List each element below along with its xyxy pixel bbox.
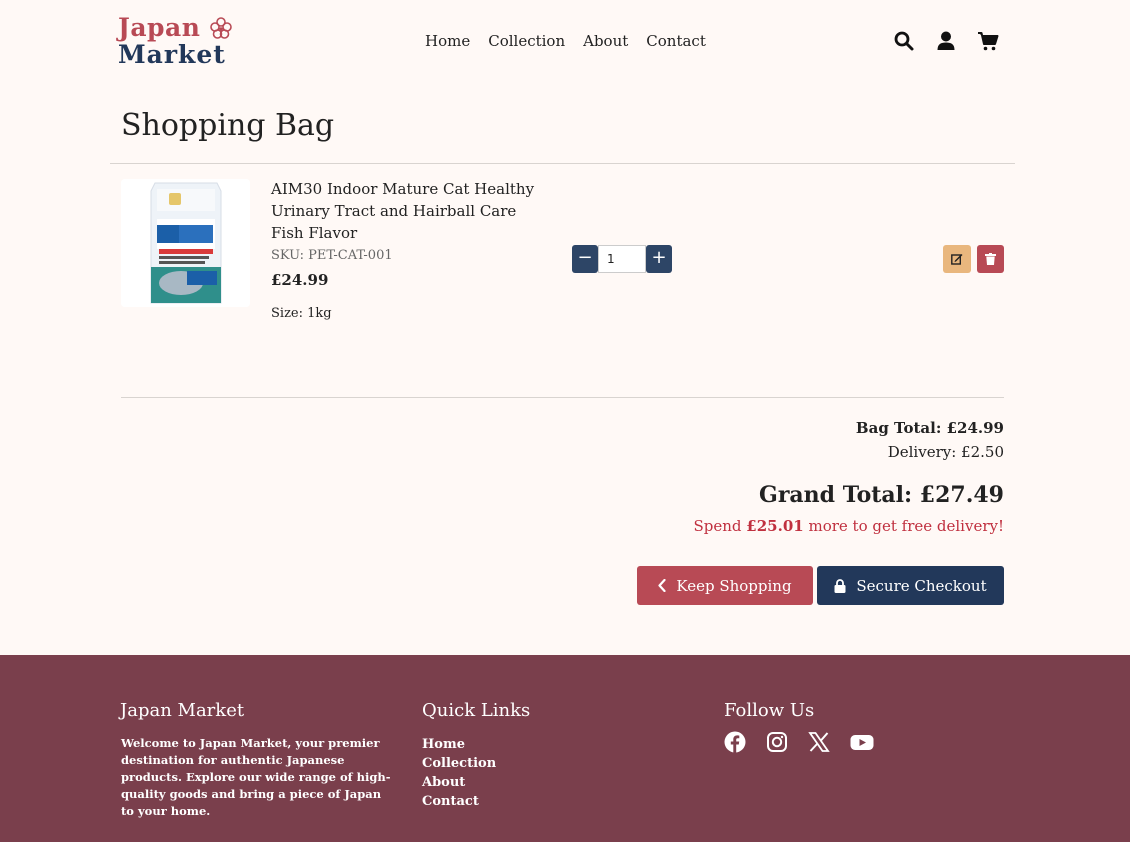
logo[interactable]: Japan Market (118, 14, 238, 70)
footer-brand-title: Japan Market (120, 700, 245, 721)
main-nav: Home Collection About Contact (425, 31, 706, 51)
nav-collection[interactable]: Collection (488, 31, 565, 51)
facebook-icon[interactable] (724, 731, 746, 753)
keep-shopping-label: Keep Shopping (676, 576, 792, 595)
divider (110, 163, 1015, 164)
page-title: Shopping Bag (121, 108, 335, 143)
cart-icon[interactable] (977, 30, 999, 52)
footer-links-title: Quick Links (422, 700, 531, 721)
decrement-button[interactable]: − (572, 245, 598, 273)
delivery-cost: Delivery: £2.50 (887, 443, 1004, 461)
footer-link-home[interactable]: Home (422, 735, 496, 754)
nav-home[interactable]: Home (425, 31, 470, 51)
x-icon[interactable] (808, 731, 830, 753)
grand-total: Grand Total: £27.49 (759, 482, 1004, 508)
logo-line-1: Japan (118, 13, 201, 42)
bag-total: Bag Total: £24.99 (855, 419, 1004, 437)
product-price: £24.99 (271, 271, 329, 289)
chevron-left-icon (658, 579, 667, 592)
site-footer: Japan Market Welcome to Japan Market, yo… (0, 655, 1130, 842)
user-icon[interactable] (935, 30, 957, 52)
edit-button[interactable] (943, 245, 971, 273)
footer-link-about[interactable]: About (422, 773, 496, 792)
product-sku: SKU: PET-CAT-001 (271, 248, 393, 263)
footer-about-text: Welcome to Japan Market, your premier de… (121, 736, 391, 818)
instagram-icon[interactable] (766, 731, 788, 753)
nav-contact[interactable]: Contact (646, 31, 706, 51)
footer-follow-title: Follow Us (724, 700, 815, 721)
logo-line-2: Market (118, 40, 226, 69)
nav-about[interactable]: About (583, 31, 628, 51)
product-image[interactable] (121, 179, 250, 307)
secure-checkout-label: Secure Checkout (856, 576, 987, 595)
product-size: Size: 1kg (271, 306, 332, 321)
free-delivery-notice: Spend £25.01 more to get free delivery! (693, 516, 1004, 536)
trash-icon (985, 253, 996, 265)
quantity-input[interactable]: 1 (598, 245, 646, 273)
footer-link-contact[interactable]: Contact (422, 792, 496, 811)
lock-icon (834, 578, 846, 593)
edit-icon (951, 254, 963, 265)
footer-link-collection[interactable]: Collection (422, 754, 496, 773)
divider (121, 397, 1004, 398)
youtube-icon[interactable] (850, 731, 874, 753)
secure-checkout-button[interactable]: Secure Checkout (817, 566, 1004, 605)
search-icon[interactable] (893, 30, 915, 52)
increment-button[interactable]: + (646, 245, 672, 273)
free-delivery-amount: £25.01 (746, 517, 804, 535)
sakura-icon (210, 17, 232, 39)
free-delivery-suffix: more to get free delivery! (808, 517, 1004, 535)
footer-links: Home Collection About Contact (422, 735, 496, 811)
keep-shopping-button[interactable]: Keep Shopping (637, 566, 813, 605)
site-header: Japan Market Home Collection About Conta… (0, 0, 1130, 85)
quantity-stepper: − 1 + (572, 245, 672, 273)
social-links (724, 731, 874, 753)
header-icons (893, 30, 999, 52)
product-name[interactable]: AIM30 Indoor Mature Cat Healthy Urinary … (271, 178, 551, 244)
delete-button[interactable] (977, 245, 1004, 273)
free-delivery-prefix: Spend (693, 517, 742, 535)
